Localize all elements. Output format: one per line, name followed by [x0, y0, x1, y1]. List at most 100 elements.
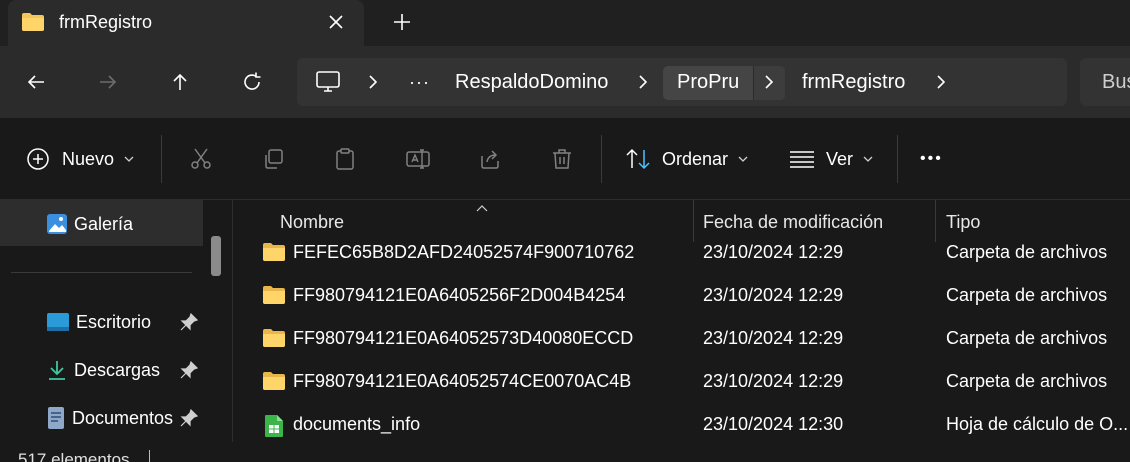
refresh-icon: [244, 72, 261, 90]
cut-button[interactable]: [189, 118, 213, 200]
desktop-icon: [47, 313, 69, 331]
trash-icon: [553, 149, 571, 169]
up-button[interactable]: [164, 66, 196, 98]
file-date: 23/10/2024 12:30: [703, 414, 844, 434]
column-header-name[interactable]: Nombre: [280, 212, 344, 233]
delete-button[interactable]: [550, 118, 574, 200]
arrow-left-icon: [27, 75, 44, 89]
documents-icon: [48, 407, 64, 429]
breadcrumb-respaldodomino[interactable]: RespaldoDomino: [455, 58, 608, 106]
share-button[interactable]: [478, 118, 502, 200]
file-date: 23/10/2024 12:29: [703, 285, 844, 305]
file-date: 23/10/2024 12:29: [703, 328, 844, 348]
spreadsheet-icon: [264, 414, 284, 443]
pin-icon[interactable]: [180, 408, 199, 432]
share-icon: [481, 150, 499, 169]
item-count: 517 elementos: [18, 450, 130, 462]
tab-frmregistro[interactable]: frmRegistro: [8, 0, 364, 46]
sort-button[interactable]: Ordenar: [625, 118, 748, 200]
sidebar-item-descargas[interactable]: Descargas: [46, 358, 160, 382]
file-row[interactable]: FEFEC65B8D2AFD24052574F900710762 23/10/2…: [233, 232, 1130, 275]
sidebar-item-galeria-row[interactable]: Galería: [46, 212, 133, 236]
breadcrumb-frmregistro[interactable]: frmRegistro: [802, 58, 905, 106]
rename-button[interactable]: [405, 118, 431, 200]
folder-icon: [262, 371, 286, 396]
scissors-icon: [191, 148, 211, 169]
sort-ascending-icon: [475, 200, 489, 218]
sort-icon: [626, 148, 650, 170]
title-bar: frmRegistro: [0, 0, 1130, 46]
sidebar-item-escritorio[interactable]: Escritorio: [46, 310, 151, 334]
file-type: Carpeta de archivos: [946, 242, 1108, 262]
navigation-pane: Galería Escritorio Descargas Documentos: [0, 200, 232, 442]
chevron-right-icon[interactable]: [637, 58, 649, 106]
rename-icon: [406, 149, 430, 169]
file-type: Carpeta de archivos: [946, 285, 1108, 305]
status-divider: [149, 450, 150, 462]
column-header-type[interactable]: Tipo: [946, 212, 980, 233]
chevron-down-icon: [863, 156, 873, 162]
sidebar-item-label: Escritorio: [76, 311, 152, 332]
downloads-icon: [49, 361, 65, 380]
file-row[interactable]: FF980794121E0A64052573D40080ECCD 23/10/2…: [233, 318, 1130, 361]
new-button-label: Nuevo: [62, 148, 115, 169]
file-name: FEFEC65B8D2AFD24052574F900710762: [293, 242, 635, 262]
file-row[interactable]: FF980794121E0A6405256F2D004B4254 23/10/2…: [233, 275, 1130, 318]
status-bar: 517 elementos: [0, 442, 1130, 462]
pin-icon[interactable]: [180, 312, 199, 336]
file-row[interactable]: documents_info 23/10/2024 12:30 Hoja de …: [233, 404, 1130, 447]
file-type: Carpeta de archivos: [946, 371, 1108, 391]
tab-title: frmRegistro: [59, 12, 153, 32]
breadcrumb-propru[interactable]: ProPru: [677, 58, 739, 106]
clipboard-icon: [336, 148, 354, 170]
sidebar-item-label: Documentos: [72, 407, 174, 428]
file-date: 23/10/2024 12:29: [703, 371, 844, 391]
view-list-icon: [790, 151, 814, 168]
chevron-right-icon[interactable]: [935, 58, 947, 106]
new-tab-button[interactable]: [390, 10, 414, 34]
file-list: Nombre Fecha de modificación Tipo FEFEC6…: [233, 200, 1130, 442]
new-button[interactable]: Nuevo: [26, 118, 134, 200]
sidebar-scrollbar-thumb[interactable]: [211, 236, 221, 276]
toolbar-divider: [601, 135, 602, 183]
folder-icon: [21, 12, 45, 37]
command-bar: Nuevo Ordenar Ver •••: [0, 118, 1130, 200]
folder-icon: [262, 242, 286, 267]
more-options-button[interactable]: •••: [920, 118, 943, 200]
paste-button[interactable]: [333, 118, 357, 200]
plus-circle-icon: [27, 148, 49, 170]
address-bar[interactable]: ··· RespaldoDomino ProPru frmRegistro: [297, 58, 1067, 106]
sidebar-item-label: Descargas: [74, 359, 161, 380]
arrow-up-icon: [173, 73, 187, 90]
file-name: documents_info: [293, 414, 421, 434]
navigation-bar: ··· RespaldoDomino ProPru frmRegistro Bu…: [0, 46, 1130, 118]
chevron-down-icon: [124, 156, 134, 162]
folder-icon: [262, 328, 286, 353]
file-name: FF980794121E0A64052574CE0070AC4B: [293, 371, 632, 391]
file-date: 23/10/2024 12:29: [703, 242, 844, 262]
arrow-right-icon: [100, 75, 117, 89]
chevron-right-icon[interactable]: [763, 58, 775, 106]
chevron-down-icon: [738, 156, 748, 162]
pin-icon[interactable]: [180, 360, 199, 384]
copy-button[interactable]: [261, 118, 285, 200]
folder-icon: [262, 285, 286, 310]
refresh-button[interactable]: [236, 66, 268, 98]
file-type: Hoja de cálculo de O...: [946, 414, 1129, 434]
file-name: FF980794121E0A6405256F2D004B4254: [293, 285, 626, 305]
computer-icon[interactable]: [315, 58, 341, 106]
close-icon[interactable]: [324, 10, 348, 34]
search-input[interactable]: Bus: [1080, 58, 1130, 106]
copy-icon: [265, 149, 283, 169]
column-header-date[interactable]: Fecha de modificación: [703, 212, 883, 233]
chevron-right-icon[interactable]: [367, 58, 379, 106]
gallery-icon: [47, 214, 67, 234]
toolbar-divider: [161, 135, 162, 183]
back-button[interactable]: [20, 66, 52, 98]
file-row[interactable]: FF980794121E0A64052574CE0070AC4B 23/10/2…: [233, 361, 1130, 404]
sort-button-label: Ordenar: [662, 148, 729, 169]
breadcrumb-overflow[interactable]: ···: [409, 58, 430, 106]
sidebar-item-documentos[interactable]: Documentos: [46, 406, 173, 430]
forward-button[interactable]: [92, 66, 124, 98]
view-button[interactable]: Ver: [789, 118, 873, 200]
